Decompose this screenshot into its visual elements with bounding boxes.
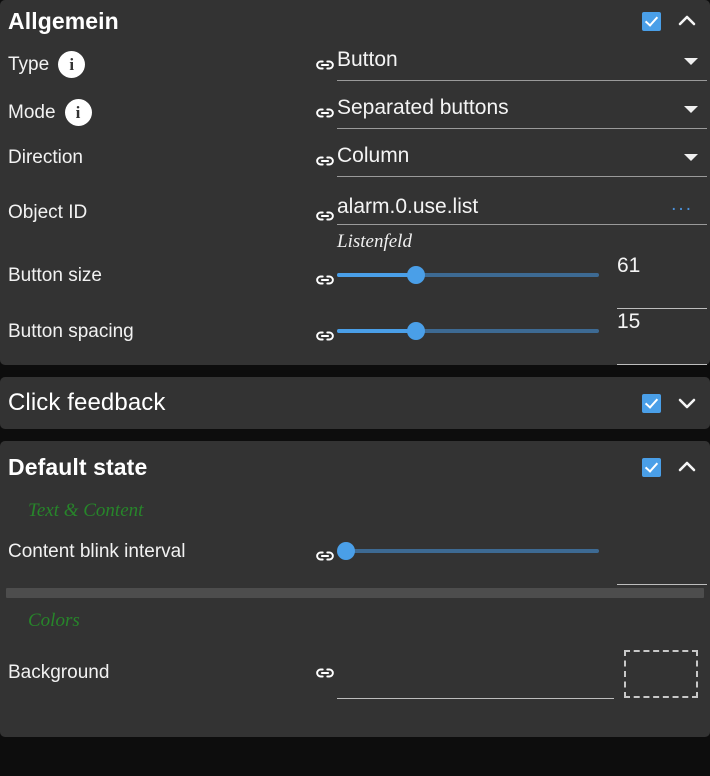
row-label-text: Type <box>8 54 49 76</box>
section-title: Click feedback <box>8 389 642 417</box>
type-select[interactable]: Button <box>337 42 707 81</box>
slider-track[interactable] <box>346 549 599 553</box>
section-click-feedback: Click feedback <box>0 377 710 429</box>
row-background: Background <box>0 650 710 706</box>
row-button-size: Button size 61 <box>0 253 710 309</box>
object-id-field[interactable]: alarm.0.use.list ... <box>337 186 707 225</box>
section-default-state: Default state Text & Content Content bli… <box>0 441 710 737</box>
slider-thumb[interactable] <box>407 266 425 284</box>
object-id-browse-button[interactable]: ... <box>671 194 707 224</box>
row-label-button-spacing: Button spacing <box>8 309 313 343</box>
caret-down-icon <box>684 106 698 113</box>
row-label-direction: Direction <box>8 138 313 169</box>
row-label-text: Button size <box>8 265 102 287</box>
control-background <box>337 650 710 699</box>
mode-select-value: Separated buttons <box>337 96 684 123</box>
row-mode: Mode i Separated buttons <box>0 90 710 138</box>
section-enable-checkbox[interactable] <box>642 394 661 413</box>
row-object-id: Object ID alarm.0.use.list ... Listenfel… <box>0 186 710 253</box>
row-label-background: Background <box>8 650 313 684</box>
button-size-value[interactable]: 61 <box>617 253 707 309</box>
link-icon[interactable] <box>313 544 337 568</box>
slider-thumb[interactable] <box>337 542 355 560</box>
section-enable-checkbox[interactable] <box>642 12 661 31</box>
row-button-spacing: Button spacing 15 <box>0 309 710 365</box>
section-header-click-feedback[interactable]: Click feedback <box>0 377 710 429</box>
row-content-blink-interval: Content blink interval <box>0 529 710 585</box>
row-direction: Direction Column <box>0 138 710 186</box>
mode-select[interactable]: Separated buttons <box>337 90 707 129</box>
slider-fill <box>337 329 416 333</box>
control-button-spacing: 15 <box>337 309 710 365</box>
row-type: Type i Button <box>0 42 710 90</box>
info-icon[interactable]: i <box>65 99 92 126</box>
section-scroll-divider[interactable] <box>6 588 704 598</box>
link-icon[interactable] <box>313 324 337 348</box>
content-blink-interval-slider[interactable] <box>337 529 617 568</box>
caret-down-icon <box>684 58 698 65</box>
row-label-text: Direction <box>8 147 83 169</box>
row-label-text: Mode <box>8 102 56 124</box>
section-header-allgemein[interactable]: Allgemein <box>0 0 710 42</box>
button-spacing-slider[interactable] <box>337 309 617 348</box>
object-id-value: alarm.0.use.list <box>337 195 671 224</box>
control-mode: Separated buttons <box>337 90 710 129</box>
link-icon[interactable] <box>313 661 337 685</box>
panel-gap <box>0 429 710 441</box>
slider-track[interactable] <box>337 273 599 277</box>
chevron-down-icon[interactable] <box>676 392 698 414</box>
row-label-mode: Mode i <box>8 90 313 126</box>
row-label-content-blink-interval: Content blink interval <box>8 529 313 563</box>
link-icon[interactable] <box>313 204 337 228</box>
background-color-swatch[interactable] <box>624 650 698 698</box>
button-size-slider[interactable] <box>337 253 617 292</box>
direction-select[interactable]: Column <box>337 138 707 177</box>
link-icon[interactable] <box>313 149 337 173</box>
section-title: Default state <box>8 454 642 481</box>
control-button-size: 61 <box>337 253 710 309</box>
row-label-text: Object ID <box>8 202 87 224</box>
link-icon[interactable] <box>313 268 337 292</box>
row-label-type: Type i <box>8 42 313 78</box>
section-header-default-state[interactable]: Default state <box>0 441 710 493</box>
row-label-text: Button spacing <box>8 321 134 343</box>
button-spacing-value[interactable]: 15 <box>617 309 707 365</box>
section-enable-checkbox[interactable] <box>642 458 661 477</box>
section-title: Allgemein <box>8 8 642 35</box>
slider-track[interactable] <box>337 329 599 333</box>
section-allgemein: Allgemein Type i Button Mode i <box>0 0 710 365</box>
control-direction: Column <box>337 138 710 177</box>
slider-fill <box>337 273 416 277</box>
control-type: Button <box>337 42 710 81</box>
control-object-id: alarm.0.use.list ... Listenfeld <box>337 186 710 253</box>
panel-gap <box>0 365 710 377</box>
link-icon[interactable] <box>313 53 337 77</box>
row-label-text: Content blink interval <box>8 541 185 563</box>
row-label-button-size: Button size <box>8 253 313 287</box>
row-label-text: Background <box>8 662 109 684</box>
slider-thumb[interactable] <box>407 322 425 340</box>
object-id-subtitle: Listenfeld <box>337 225 710 253</box>
chevron-up-icon[interactable] <box>676 456 698 478</box>
chevron-up-icon[interactable] <box>676 10 698 32</box>
control-content-blink-interval <box>337 529 710 585</box>
row-label-object-id: Object ID <box>8 186 313 224</box>
direction-select-value: Column <box>337 144 684 171</box>
content-blink-interval-value[interactable] <box>617 529 707 585</box>
type-select-value: Button <box>337 48 684 75</box>
background-color-input[interactable] <box>337 650 614 699</box>
group-caption-text-content: Text & Content <box>0 493 710 529</box>
group-caption-colors: Colors <box>0 598 710 650</box>
link-icon[interactable] <box>313 101 337 125</box>
caret-down-icon <box>684 154 698 161</box>
info-icon[interactable]: i <box>58 51 85 78</box>
